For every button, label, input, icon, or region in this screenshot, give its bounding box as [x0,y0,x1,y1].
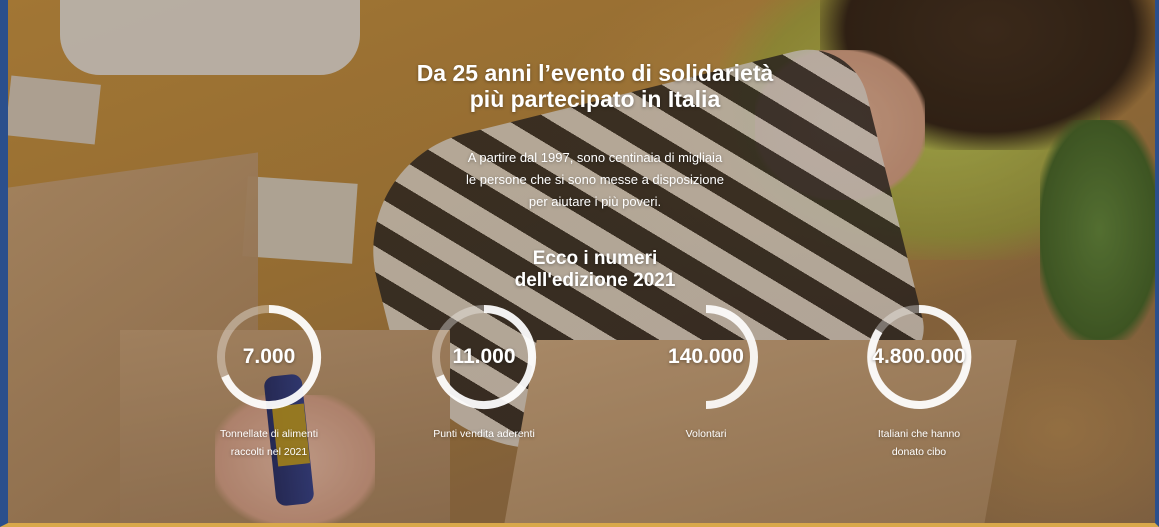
hero-subtitle-line: le persone che si sono messe a disposizi… [466,172,724,187]
stat-volunteers: 140.000 Volontari [631,303,781,443]
numbers-title: Ecco i numeri dell'edizione 2021 [470,248,720,292]
stat-ring: 7.000 [215,303,323,411]
stat-label-line: donato cibo [891,446,947,458]
hero-subtitle-line: A partire dal 1997, sono centinaia di mi… [467,150,723,165]
stat-donors: 4.800.000 Italiani che hanno donato cibo [844,303,994,461]
hero-banner: Da 25 anni l’evento di solidarietà più p… [0,0,1159,527]
hero-subtitle-line: per aiutare i più poveri. [528,194,662,209]
stat-ring: 11.000 [430,303,538,411]
stat-ring: 140.000 [652,303,760,411]
stat-label: Punti vendita aderenti [409,425,559,443]
stat-label: Volontari [631,425,781,443]
numbers-title-line: Ecco i numeri [532,248,658,269]
stat-label: Italiani che hanno donato cibo [844,425,994,461]
stat-stores: 11.000 Punti vendita aderenti [409,303,559,443]
hero-content: Da 25 anni l’evento di solidarietà più p… [0,0,1159,527]
stat-value: 7.000 [242,345,296,368]
stat-label-line: Italiani che hanno [877,428,961,440]
stat-label-line: raccolti nel 2021 [230,446,308,458]
hero-title: Da 25 anni l’evento di solidarietà più p… [380,60,810,112]
stat-label-line: Volontari [685,428,727,440]
stat-label-line: Tonnellate di alimenti [219,428,319,440]
stat-label: Tonnellate di alimenti raccolti nel 2021 [194,425,344,461]
stat-value: 11.000 [452,345,516,368]
stat-value: 4.800.000 [872,345,966,368]
hero-title-line: più partecipato in Italia [469,86,721,112]
stat-label-line: Punti vendita aderenti [433,428,535,440]
hero-subtitle: A partire dal 1997, sono centinaia di mi… [430,147,760,213]
numbers-title-line: dell'edizione 2021 [514,270,676,291]
stat-value: 140.000 [668,345,744,368]
stat-ring: 4.800.000 [865,303,973,411]
hero-title-line: Da 25 anni l’evento di solidarietà [416,60,774,86]
stat-tonnes: 7.000 Tonnellate di alimenti raccolti ne… [194,303,344,461]
